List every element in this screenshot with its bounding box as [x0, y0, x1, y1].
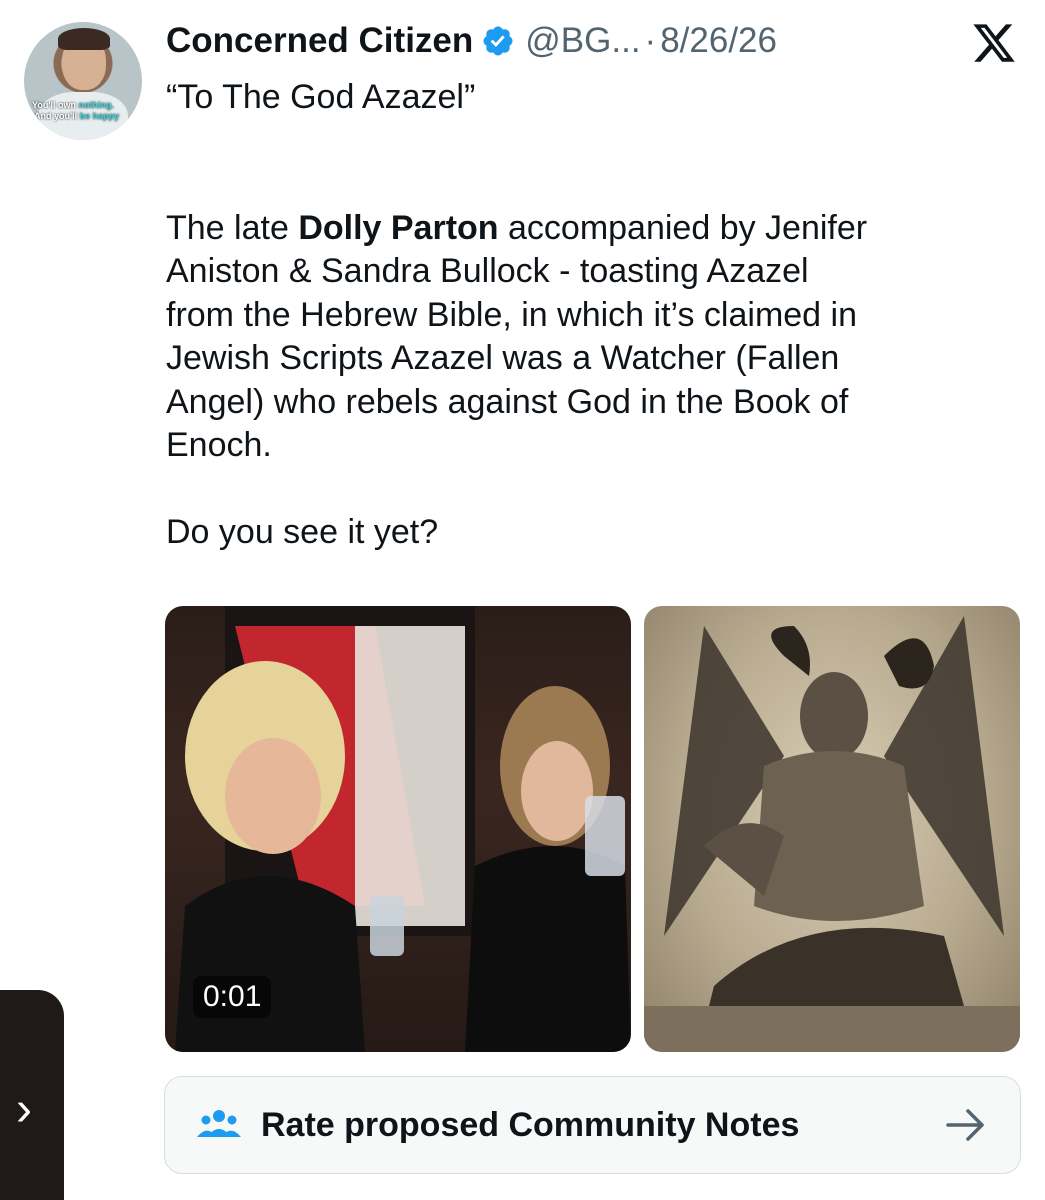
tweet-body: “To The God Azazel” The late Dolly Parto… [166, 76, 1016, 555]
verified-badge-icon [483, 26, 513, 56]
community-notes-bar[interactable]: Rate proposed Community Notes [164, 1076, 1021, 1174]
tweet-line: The late Dolly Parton accompanied by Jen… [166, 208, 868, 247]
separator-dot: · [644, 21, 657, 60]
tweet-line: Do you see it yet? [166, 513, 439, 551]
tweet-line: Enoch. [166, 426, 272, 464]
illustration-scene [644, 616, 1020, 1052]
arrow-right-icon [946, 1109, 984, 1141]
people-group-icon [197, 1110, 241, 1137]
x-logo-icon[interactable] [968, 20, 1020, 66]
video-thumbnail[interactable]: 0:01 [165, 606, 631, 1052]
tweet-line: from the Hebrew Bible, in which it’s cla… [166, 295, 857, 334]
author-handle[interactable]: @BG... [525, 21, 640, 61]
community-notes-label: Rate proposed Community Notes [261, 1105, 800, 1144]
chevron-right-icon[interactable]: › [16, 1086, 32, 1134]
avatar-caption-line2: And you'll be happy [34, 111, 120, 121]
author-name[interactable]: Concerned Citizen [166, 21, 473, 61]
illustration-image[interactable] [644, 606, 1020, 1052]
avatar-caption-line1: You'll own nothing. [32, 100, 114, 110]
avatar-hair [58, 28, 110, 50]
tweet-line: “To The God Azazel” [166, 78, 476, 116]
tweet-header: Concerned Citizen @BG... · 8/26/26 [166, 18, 777, 64]
mention-bold: Dolly Parton [298, 208, 499, 247]
video-timestamp: 0:01 [193, 976, 272, 1018]
tweet-line: Jewish Scripts Azazel was a Watcher (Fal… [166, 339, 840, 377]
side-panel-handle[interactable] [0, 990, 64, 1200]
tweet-line: Angel) who rebels against God in the Boo… [166, 382, 849, 421]
tweet-line: Aniston & Sandra Bullock - toasting Azaz… [166, 252, 809, 290]
author-avatar[interactable]: You'll own nothing. And you'll be happy [24, 22, 142, 140]
tweet-date[interactable]: 8/26/26 [660, 21, 777, 61]
